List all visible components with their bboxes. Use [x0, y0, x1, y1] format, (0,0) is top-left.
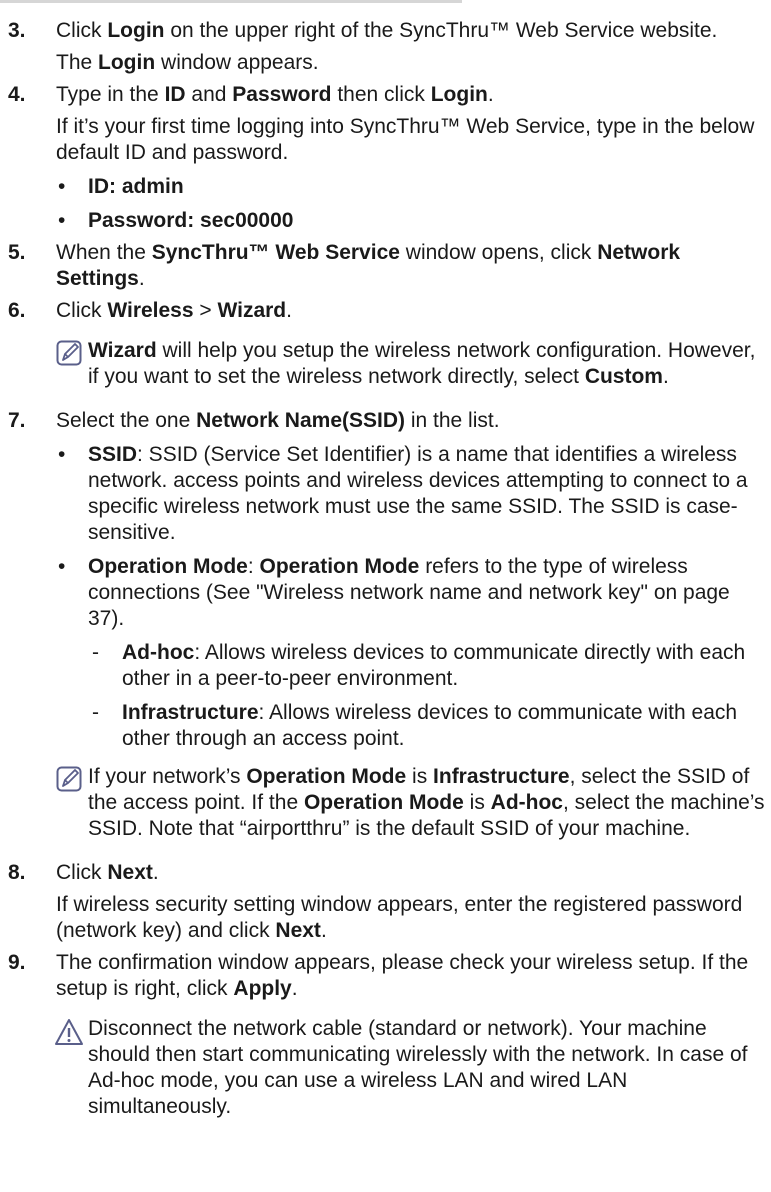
list-item: • Password: sec00000 [0, 208, 771, 234]
text-bold: Operation Mode [303, 791, 464, 814]
text-bold: Operation Mode [246, 765, 407, 788]
dash: - [92, 641, 99, 664]
text: is [406, 765, 434, 788]
text: then click [331, 83, 431, 106]
text: If your network’s [88, 765, 247, 788]
text: The [56, 51, 99, 74]
text-bold: Password [232, 83, 332, 106]
step-number: 6. [8, 299, 26, 322]
text-bold: Login [98, 51, 156, 74]
step-number: 5. [8, 241, 26, 264]
text-bold: Network Name(SSID) [196, 409, 405, 432]
note-pencil-icon [56, 340, 82, 366]
text: If wireless security setting window appe… [56, 893, 743, 942]
bullet: • [58, 555, 66, 578]
text-bold: Next [107, 861, 153, 884]
step-number: 8. [8, 861, 26, 884]
text-bold: Login [107, 19, 165, 42]
step-9: 9. The confirmation window appears, plea… [0, 950, 771, 1002]
text-bold: Infrastructure [433, 765, 570, 788]
step-8-info: If wireless security setting window appe… [56, 892, 771, 944]
text: Click [56, 861, 108, 884]
list-item-operation-mode: • Operation Mode: Operation Mode refers … [0, 554, 771, 632]
text-bold: Ad-hoc [490, 791, 563, 814]
dash: - [92, 701, 99, 724]
step-number: 7. [8, 409, 26, 432]
text: . [138, 267, 145, 290]
bullet: • [58, 175, 66, 198]
text: . [662, 365, 669, 388]
text: Select the one [56, 409, 197, 432]
bullet: • [58, 443, 66, 466]
text: Click [56, 19, 108, 42]
text-bold: Operation Mode [259, 555, 420, 578]
step-3: 3. Click Login on the upper right of the… [0, 18, 771, 76]
text-bold: ID [164, 83, 186, 106]
step-4: 4. Type in the ID and Password then clic… [0, 82, 771, 166]
text: . [291, 977, 298, 1000]
text-bold: SSID [88, 443, 138, 466]
default-password: Password: sec00000 [88, 209, 294, 232]
text: window appears. [155, 51, 319, 74]
step-4-info: If it’s your first time logging into Syn… [56, 115, 755, 164]
text: : Allows wireless devices to communicate… [122, 641, 746, 690]
text-bold: Wizard [88, 339, 157, 362]
text: and [185, 83, 233, 106]
text-bold: Ad-hoc [122, 641, 195, 664]
warning-icon [55, 1019, 83, 1045]
warning-text: Disconnect the network cable (standard o… [88, 1017, 748, 1118]
sublist-item-infrastructure: - Infrastructure: Allows wireless device… [0, 700, 771, 752]
step-8: 8. Click Next. If wireless security sett… [0, 860, 771, 944]
text: window opens, click [399, 241, 598, 264]
step-number: 3. [8, 19, 26, 42]
instructions: 3. Click Login on the upper right of the… [0, 18, 771, 1120]
warning-note: Disconnect the network cable (standard o… [0, 1016, 771, 1120]
text-bold: Next [275, 919, 321, 942]
step-6: 6. Click Wireless > Wizard. [0, 298, 771, 324]
text: is [463, 791, 491, 814]
text: on the upper right of the SyncThru™ Web … [164, 19, 718, 42]
step-number: 4. [8, 83, 26, 106]
text-bold: SyncThru™ Web Service [151, 241, 400, 264]
text-bold: Custom [584, 365, 663, 388]
text-bold: Wizard [217, 299, 287, 322]
bullet: • [58, 209, 66, 232]
text-bold: Login [430, 83, 488, 106]
text-bold: Infrastructure [122, 701, 259, 724]
text: : SSID (Service Set Identifier) is a nam… [88, 443, 748, 544]
top-rule [0, 0, 462, 3]
text: . [320, 919, 327, 942]
text: > [193, 299, 218, 322]
text: . [286, 299, 292, 322]
step-7: 7. Select the one Network Name(SSID) in … [0, 408, 771, 434]
text: in the list. [405, 409, 500, 432]
text: When the [56, 241, 152, 264]
note-ssid: If your network’s Operation Mode is Infr… [0, 764, 771, 842]
list-item: • ID: admin [0, 174, 771, 200]
step-number: 9. [8, 951, 26, 974]
text: . [152, 861, 159, 884]
step-3-result: The Login window appears. [56, 50, 771, 76]
text-bold: Apply [233, 977, 292, 1000]
text: . [487, 83, 494, 106]
step-5: 5. When the SyncThru™ Web Service window… [0, 240, 771, 292]
list-item-ssid: • SSID: SSID (Service Set Identifier) is… [0, 442, 771, 546]
text-bold: Wireless [107, 299, 194, 322]
sublist-item-adhoc: - Ad-hoc: Allows wireless devices to com… [0, 640, 771, 692]
note-pencil-icon [56, 766, 82, 792]
default-id: ID: admin [88, 175, 184, 198]
text: Type in the [56, 83, 165, 106]
text: Click [56, 299, 108, 322]
text: The confirmation window appears, please … [56, 951, 749, 1000]
note-wizard: Wizard will help you setup the wireless … [0, 338, 771, 390]
text: : [247, 555, 260, 578]
text-bold: Operation Mode [88, 555, 248, 578]
